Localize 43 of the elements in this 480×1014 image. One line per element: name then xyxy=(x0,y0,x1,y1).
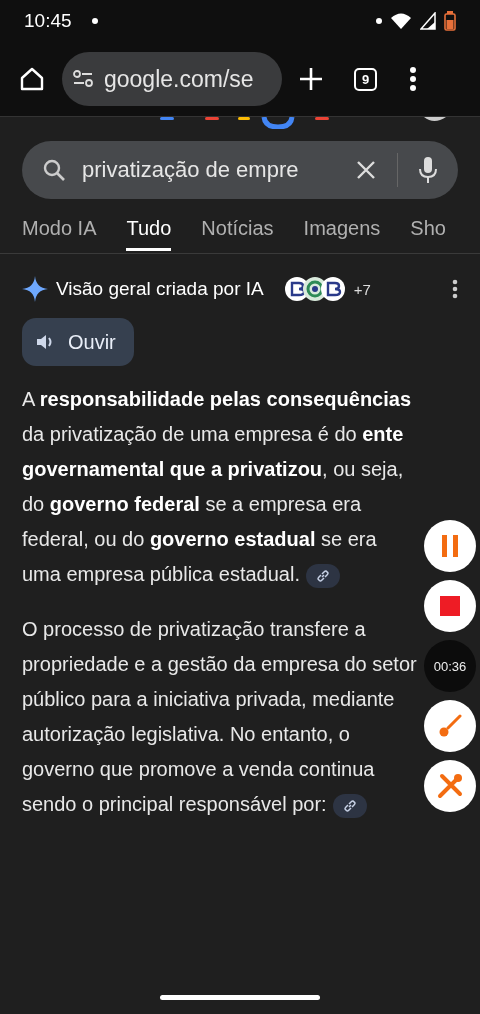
brush-icon xyxy=(438,714,462,738)
brush-button[interactable] xyxy=(424,700,476,752)
link-icon xyxy=(315,568,330,583)
search-tab[interactable]: Sho xyxy=(410,217,446,251)
site-settings-icon[interactable] xyxy=(72,69,94,89)
pause-icon xyxy=(441,535,459,557)
menu-icon[interactable] xyxy=(409,66,417,92)
sparkle-icon xyxy=(22,276,48,302)
signal-icon xyxy=(420,12,436,30)
new-tab-icon[interactable] xyxy=(298,66,324,92)
search-icon xyxy=(42,158,66,182)
overview-paragraph: A responsabilidade pelas consequências da privatização de uma empresa é do ente governamental que a privatizou, ou seja, do governo federal se a empresa era federal, ou do governo estadual se era uma empresa pública estadual. xyxy=(22,382,418,592)
tools-button[interactable] xyxy=(424,760,476,812)
search-tab[interactable]: Modo IA xyxy=(22,217,97,251)
source-link-button[interactable] xyxy=(332,793,367,818)
more-options-icon[interactable] xyxy=(452,279,458,299)
url-text: google.com/se xyxy=(104,65,254,93)
search-tab[interactable]: Imagens xyxy=(303,217,381,251)
source-link-button[interactable] xyxy=(305,563,340,588)
overview-paragraph: O processo de privatização transfere a propriedade e a gestão da empresa do setor público para a iniciativa privada, mediante autorização legislativa. No entanto, o governo que promove a venda continua sendo o principal responsável por: xyxy=(22,612,418,822)
tab-count-button[interactable]: 9 xyxy=(354,67,377,91)
recording-timer: 00:36 xyxy=(424,640,476,692)
tools-icon xyxy=(436,772,464,800)
search-query: privatização de empre xyxy=(82,157,300,183)
stop-button[interactable] xyxy=(424,580,476,632)
address-bar[interactable]: google.com/se xyxy=(62,52,282,106)
notification-dot-icon xyxy=(91,18,98,24)
clear-icon[interactable] xyxy=(355,159,377,181)
microphone-icon[interactable] xyxy=(418,156,438,184)
battery-icon xyxy=(444,11,456,31)
pause-button[interactable] xyxy=(424,520,476,572)
more-sources-count[interactable]: +7 xyxy=(353,280,371,298)
home-icon[interactable] xyxy=(18,65,46,93)
notification-dot-icon xyxy=(376,18,382,24)
status-time: 10:45 xyxy=(24,10,72,32)
link-icon xyxy=(342,798,357,813)
wifi-icon xyxy=(390,12,412,30)
source-logos-icon[interactable] xyxy=(283,276,346,302)
overview-title: Visão geral criada por IA xyxy=(56,278,264,300)
search-tab[interactable]: Notícias xyxy=(201,217,274,251)
stop-icon xyxy=(440,596,460,616)
search-field[interactable]: privatização de empre xyxy=(22,141,458,199)
listen-button[interactable]: Ouvir xyxy=(22,318,134,366)
